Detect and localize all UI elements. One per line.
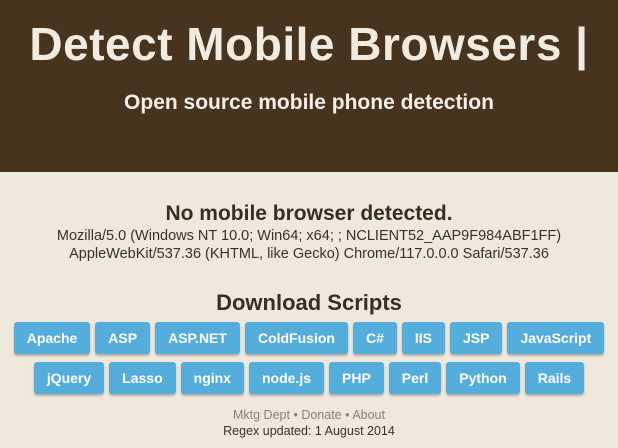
detection-result: No mobile browser detected. bbox=[165, 202, 453, 225]
download-asp-button[interactable]: ASP bbox=[95, 322, 151, 354]
download-python-button[interactable]: Python bbox=[446, 362, 520, 394]
site-header: Detect Mobile Browsers | Open source mob… bbox=[0, 0, 618, 172]
footer-link-mktg-dept[interactable]: Mktg Dept bbox=[233, 408, 290, 422]
footer-separator: • bbox=[345, 408, 350, 422]
footer-link-about[interactable]: About bbox=[352, 408, 385, 422]
download-javascript-button[interactable]: JavaScript bbox=[507, 322, 605, 354]
download-csharp-button[interactable]: C# bbox=[352, 322, 397, 354]
download-iis-button[interactable]: IIS bbox=[401, 322, 445, 354]
download-rails-button[interactable]: Rails bbox=[524, 362, 585, 394]
footer-links: Mktg Dept • Donate • About bbox=[0, 407, 618, 423]
download-nginx-button[interactable]: nginx bbox=[180, 362, 244, 394]
download-nodejs-button[interactable]: node.js bbox=[248, 362, 324, 394]
user-agent-line-1: Mozilla/5.0 (Windows NT 10.0; Win64; x64… bbox=[56, 228, 562, 244]
download-coldfusion-button[interactable]: ColdFusion bbox=[244, 322, 348, 354]
download-php-button[interactable]: PHP bbox=[329, 362, 384, 394]
download-perl-button[interactable]: Perl bbox=[388, 362, 442, 394]
download-apache-button[interactable]: Apache bbox=[13, 322, 91, 354]
regex-updated-text: Regex updated: 1 August 2014 bbox=[223, 424, 395, 438]
user-agent-line-2: AppleWebKit/537.36 (KHTML, like Gecko) C… bbox=[69, 246, 549, 262]
main-content: No mobile browser detected. Mozilla/5.0 … bbox=[0, 172, 618, 439]
footer-link-donate[interactable]: Donate bbox=[301, 408, 341, 422]
download-jquery-button[interactable]: jQuery bbox=[33, 362, 105, 394]
download-jsp-button[interactable]: JSP bbox=[449, 322, 503, 354]
site-title: Detect Mobile Browsers | bbox=[29, 18, 589, 70]
download-scripts-title: Download Scripts bbox=[216, 290, 402, 315]
download-aspnet-button[interactable]: ASP.NET bbox=[155, 322, 240, 354]
site-footer: Mktg Dept • Donate • About Regex updated… bbox=[0, 407, 618, 439]
download-lasso-button[interactable]: Lasso bbox=[109, 362, 176, 394]
download-buttons-row-1: Apache ASP ASP.NET ColdFusion C# IIS JSP… bbox=[0, 322, 618, 354]
site-subtitle: Open source mobile phone detection bbox=[124, 91, 494, 114]
download-buttons-row-2: jQuery Lasso nginx node.js PHP Perl Pyth… bbox=[0, 362, 618, 394]
footer-separator: • bbox=[293, 408, 298, 422]
